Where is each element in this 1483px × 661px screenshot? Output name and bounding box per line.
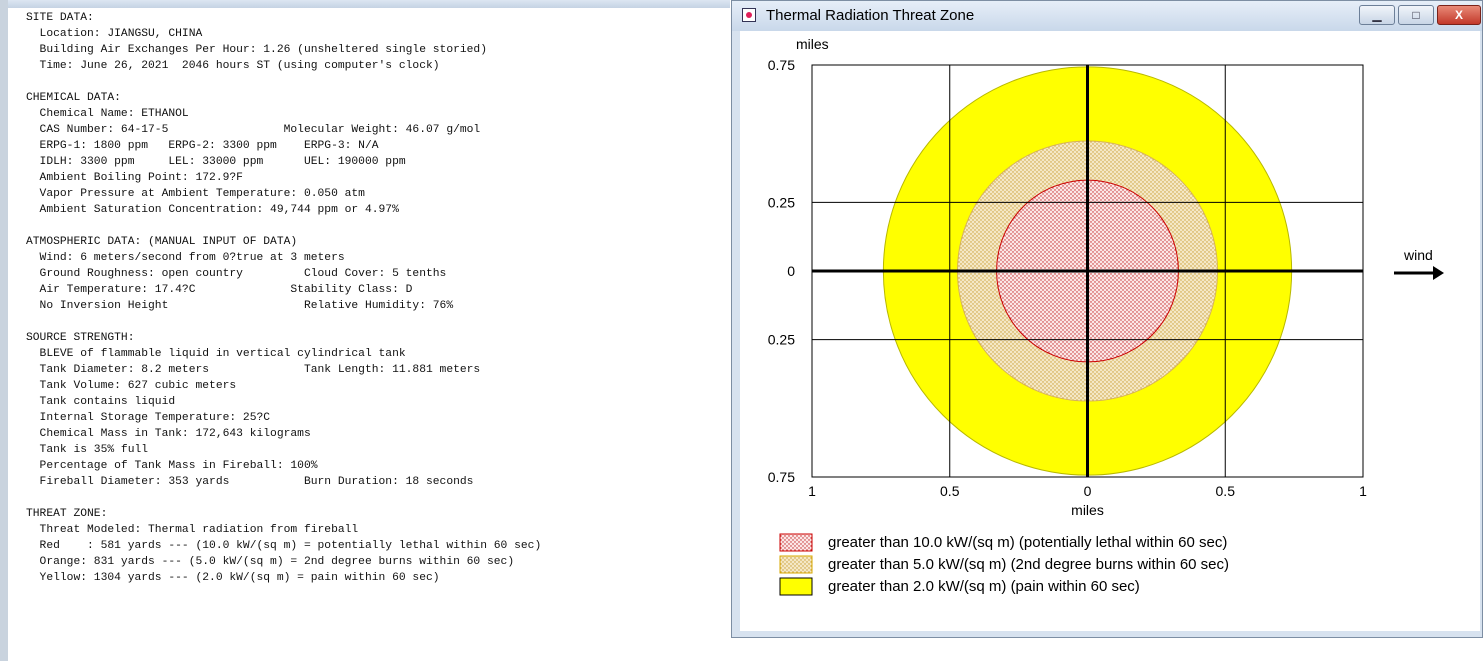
threat-zone-plot: miles0.750.2500.250.751 0.5 0 0.5 1mileswind…: [768, 36, 1444, 596]
maximize-button[interactable]: □: [1398, 5, 1434, 25]
legend-swatch: [779, 533, 813, 552]
window-title-bar[interactable]: Thermal Radiation Threat Zone ▁ □ X: [732, 1, 1482, 31]
wind-arrow-icon: [1433, 266, 1444, 280]
y-tick-label: 0.75: [768, 469, 795, 485]
threat-zone-window: Thermal Radiation Threat Zone ▁ □ X mile…: [731, 0, 1483, 638]
close-icon: X: [1454, 8, 1463, 22]
legend-label: greater than 10.0 kW/(sq m) (potentially…: [828, 534, 1227, 551]
legend-label: greater than 2.0 kW/(sq m) (pain within …: [828, 578, 1140, 595]
x-tick-label: 1: [1359, 483, 1367, 499]
y-tick-label: 0.25: [768, 194, 795, 210]
window-title: Thermal Radiation Threat Zone: [766, 7, 975, 24]
legend-swatch: [779, 577, 813, 596]
legend-swatch: [779, 555, 813, 574]
maximize-icon: □: [1412, 8, 1420, 22]
app-icon: [742, 8, 756, 22]
summary-title-bar: [8, 0, 730, 8]
x-axis-label: miles: [1071, 502, 1104, 518]
summary-report-text: SITE DATA: Location: JIANGSU, CHINA Buil…: [26, 12, 542, 584]
y-tick-label: 0.25: [768, 332, 795, 348]
minimize-button[interactable]: ▁: [1359, 5, 1395, 25]
y-tick-label: 0.75: [768, 57, 795, 73]
x-tick-label: 0: [1084, 483, 1092, 499]
chart-area: miles 0.75 0.25 0 0.25 0.75 1 0.5 0 0.5 1 miles wind…: [740, 31, 1480, 631]
x-tick-label: 0.5: [940, 483, 960, 499]
y-tick-label: 0: [787, 263, 795, 279]
text-summary-window: SITE DATA: Location: JIANGSU, CHINA Buil…: [0, 0, 730, 661]
y-axis-label: miles: [796, 36, 829, 52]
wind-label: wind: [1403, 247, 1433, 263]
minimize-icon: ▁: [1372, 8, 1382, 22]
x-tick-label: 0.5: [1216, 483, 1236, 499]
legend-label: greater than 5.0 kW/(sq m) (2nd degree b…: [828, 556, 1229, 573]
close-button[interactable]: X: [1437, 5, 1481, 25]
x-tick-label: 1: [808, 483, 816, 499]
